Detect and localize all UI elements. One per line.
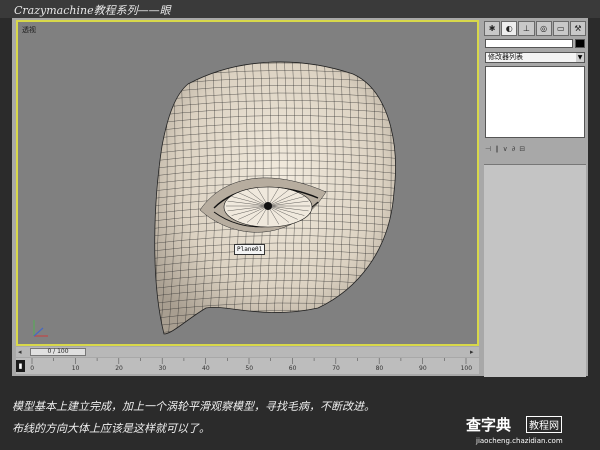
pupil — [264, 202, 272, 210]
track-bar[interactable]: ▮ 0 10 20 30 40 50 60 70 80 90 100 — [16, 358, 479, 374]
tutorial-title: Crazymachine教程系列——眼 — [14, 4, 171, 17]
create-tab-icon[interactable]: ✱ — [484, 21, 501, 36]
remove-modifier-icon[interactable]: ∂ — [512, 144, 516, 154]
max-application-window: 透视 Plane01 ✱ ◐ ⊥ ◎ ▭ ⚒ 修改器列表 ▼ ⊣ ∥ ∨ ∂ ⊟… — [12, 18, 588, 377]
stack-toolbar: ⊣ ∥ ∨ ∂ ⊟ — [485, 144, 585, 154]
eye-mesh-model[interactable] — [18, 22, 479, 346]
modify-tab-icon[interactable]: ◐ — [501, 21, 518, 36]
make-unique-icon[interactable]: ∨ — [503, 144, 508, 154]
pin-stack-icon[interactable]: ⊣ — [485, 144, 491, 154]
configure-modifier-sets-icon[interactable]: ⊟ — [519, 144, 525, 154]
timeline-tick-label: 100 — [460, 365, 473, 372]
object-name-tag: Plane01 — [234, 244, 266, 255]
modifier-stack-list[interactable] — [485, 66, 585, 138]
timeline-tick-label: 50 — [245, 365, 254, 372]
timeline-tick-label: 20 — [115, 365, 123, 372]
command-panel: ✱ ◐ ⊥ ◎ ▭ ⚒ 修改器列表 ▼ ⊣ ∥ ∨ ∂ ⊟ — [482, 18, 588, 377]
timeline-tick-label: 80 — [375, 365, 384, 372]
timeline-tick-label: 70 — [332, 365, 340, 372]
timeline-tick-label: 90 — [419, 365, 427, 372]
axis-tripod-icon — [33, 320, 48, 337]
motion-tab-icon[interactable]: ◎ — [535, 21, 552, 36]
perspective-viewport[interactable]: 透视 Plane01 — [16, 20, 479, 346]
timeline-tick-label: 0 — [30, 365, 35, 372]
modifier-list-dropdown[interactable]: 修改器列表 ▼ — [485, 52, 585, 63]
object-name-field[interactable] — [485, 39, 573, 48]
caption-line-1: 模型基本上建立完成，加上一个涡轮平滑观察模型，寻找毛病，不断改进。 — [12, 400, 375, 413]
time-slider-bar[interactable]: ◂ 0 / 100 ▸ — [16, 347, 479, 357]
timeline-tick-label: 10 — [71, 365, 80, 372]
timeline-tick-label: 40 — [202, 365, 210, 372]
show-end-result-icon[interactable]: ∥ — [495, 144, 499, 154]
timeline-tick-label: 30 — [158, 365, 167, 372]
watermark-box: 教程网 — [526, 416, 562, 433]
watermark-url: jiaocheng.chazidian.com — [476, 437, 563, 445]
next-frame-icon[interactable]: ▸ — [470, 347, 474, 357]
object-color-swatch[interactable] — [575, 39, 585, 48]
utilities-tab-icon[interactable]: ⚒ — [569, 21, 587, 36]
modifier-list-label: 修改器列表 — [488, 53, 523, 61]
timeline-tick-label: 60 — [288, 365, 297, 372]
display-tab-icon[interactable]: ▭ — [552, 21, 569, 36]
prev-frame-icon[interactable]: ◂ — [18, 347, 22, 357]
hierarchy-tab-icon[interactable]: ⊥ — [518, 21, 535, 36]
caption-line-2: 布线的方向大体上应该是这样就可以了。 — [12, 422, 210, 435]
watermark-main: 查字典 — [466, 416, 512, 434]
command-panel-tabs: ✱ ◐ ⊥ ◎ ▭ ⚒ — [484, 21, 587, 36]
rollout-panel — [484, 164, 586, 377]
time-slider-thumb[interactable]: 0 / 100 — [30, 348, 86, 356]
chevron-down-icon: ▼ — [576, 53, 584, 62]
tutorial-banner: Crazymachine教程系列——眼 — [0, 0, 600, 18]
